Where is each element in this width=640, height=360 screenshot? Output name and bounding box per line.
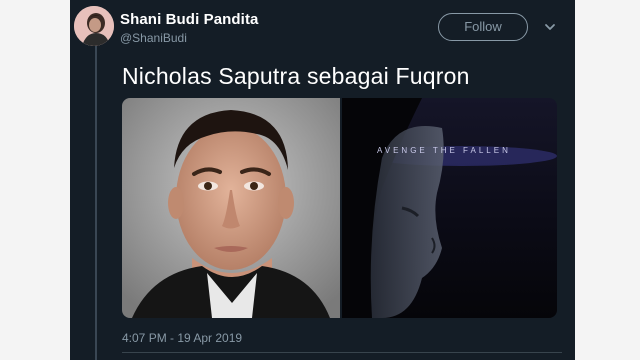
tweet-card: Shani Budi Pandita @ShaniBudi Follow Nic… xyxy=(70,0,575,360)
avatar[interactable] xyxy=(74,6,114,46)
poster-caption: AVENGE THE FALLEN xyxy=(377,146,511,155)
tweet-timestamp[interactable]: 4:07 PM - 19 Apr 2019 xyxy=(122,331,242,345)
divider xyxy=(122,352,562,353)
poster-image xyxy=(342,98,557,318)
tweet-text: Nicholas Saputra sebagai Fuqron xyxy=(122,63,470,89)
user-handle[interactable]: @ShaniBudi xyxy=(120,31,187,45)
avatar-image xyxy=(74,6,114,46)
display-name[interactable]: Shani Budi Pandita xyxy=(120,11,258,28)
portrait-image xyxy=(122,98,340,318)
follow-button[interactable]: Follow xyxy=(438,13,528,41)
chevron-down-icon[interactable] xyxy=(543,20,557,34)
tweet-photo-poster[interactable]: AVENGE THE FALLEN xyxy=(342,98,557,318)
tweet-photo-portrait[interactable] xyxy=(122,98,340,318)
thread-line xyxy=(95,46,97,360)
